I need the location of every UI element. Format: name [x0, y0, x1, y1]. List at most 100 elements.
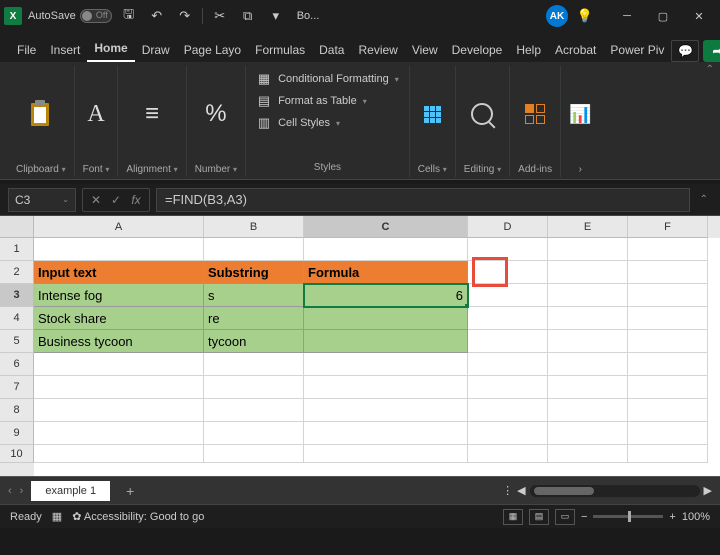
- zoom-out-button[interactable]: −: [581, 511, 587, 523]
- accept-formula-icon[interactable]: ✓: [107, 193, 125, 207]
- number-label[interactable]: Number: [195, 164, 231, 175]
- share-button[interactable]: ➦: [703, 40, 720, 62]
- user-avatar[interactable]: AK: [546, 5, 568, 27]
- cell-f1[interactable]: [628, 238, 708, 261]
- row-header-7[interactable]: 7: [0, 376, 34, 399]
- cell-a6[interactable]: [34, 353, 204, 376]
- cell-c6[interactable]: [304, 353, 468, 376]
- accessibility-status[interactable]: ✿ Accessibility: Good to go: [72, 510, 204, 523]
- cell-e1[interactable]: [548, 238, 628, 261]
- copy-icon[interactable]: ⧉: [237, 5, 259, 27]
- cell-a1[interactable]: [34, 238, 204, 261]
- row-header-8[interactable]: 8: [0, 399, 34, 422]
- col-header-e[interactable]: E: [548, 216, 628, 238]
- cancel-formula-icon[interactable]: ✕: [87, 193, 105, 207]
- formula-input[interactable]: =FIND(B3,A3): [156, 188, 690, 212]
- redo-icon[interactable]: ↷: [174, 5, 196, 27]
- sheet-prev-icon[interactable]: ‹: [8, 485, 12, 497]
- cell-c2[interactable]: Formula: [304, 261, 468, 284]
- cell-a4[interactable]: Stock share: [34, 307, 204, 330]
- cell-b9[interactable]: [204, 422, 304, 445]
- cell-a5[interactable]: Business tycoon: [34, 330, 204, 353]
- cell-c10[interactable]: [304, 445, 468, 463]
- cell-c4[interactable]: [304, 307, 468, 330]
- cell-styles-button[interactable]: ▥Cell Styles ▾: [256, 114, 399, 132]
- save-icon[interactable]: 🖫: [118, 5, 140, 27]
- ribbon-collapse-icon[interactable]: ⌃: [706, 64, 714, 75]
- cell-f5[interactable]: [628, 330, 708, 353]
- cell-c8[interactable]: [304, 399, 468, 422]
- conditional-formatting-button[interactable]: ▦Conditional Formatting ▾: [256, 70, 399, 88]
- col-header-a[interactable]: A: [34, 216, 204, 238]
- sheet-tab-active[interactable]: example 1: [31, 481, 110, 501]
- cell-e2[interactable]: [548, 261, 628, 284]
- row-header-6[interactable]: 6: [0, 353, 34, 376]
- cell-e8[interactable]: [548, 399, 628, 422]
- qat-more-icon[interactable]: ▾: [265, 5, 287, 27]
- cell-a8[interactable]: [34, 399, 204, 422]
- tab-developer[interactable]: Develope: [445, 38, 510, 62]
- col-header-d[interactable]: D: [468, 216, 548, 238]
- undo-icon[interactable]: ↶: [146, 5, 168, 27]
- tab-file[interactable]: File: [10, 38, 43, 62]
- cell-e9[interactable]: [548, 422, 628, 445]
- page-layout-view-button[interactable]: ▤: [529, 509, 549, 525]
- page-break-view-button[interactable]: ▭: [555, 509, 575, 525]
- cell-a9[interactable]: [34, 422, 204, 445]
- close-button[interactable]: ✕: [682, 4, 716, 28]
- document-title[interactable]: Bo...: [297, 10, 320, 22]
- cell-f9[interactable]: [628, 422, 708, 445]
- tab-page-layout[interactable]: Page Layo: [177, 38, 248, 62]
- format-as-table-button[interactable]: ▤Format as Table ▾: [256, 92, 399, 110]
- addins-label[interactable]: Add-ins: [518, 164, 552, 175]
- cell-a2[interactable]: Input text: [34, 261, 204, 284]
- select-all-corner[interactable]: [0, 216, 34, 238]
- row-header-3[interactable]: 3: [0, 284, 34, 307]
- cell-f7[interactable]: [628, 376, 708, 399]
- cell-d8[interactable]: [468, 399, 548, 422]
- cell-e6[interactable]: [548, 353, 628, 376]
- row-header-9[interactable]: 9: [0, 422, 34, 445]
- cell-c9[interactable]: [304, 422, 468, 445]
- cells-label[interactable]: Cells: [418, 164, 440, 175]
- row-header-1[interactable]: 1: [0, 238, 34, 261]
- find-icon[interactable]: [471, 103, 493, 125]
- tab-draw[interactable]: Draw: [135, 38, 177, 62]
- cell-d5[interactable]: [468, 330, 548, 353]
- scroll-right-icon[interactable]: ▶: [704, 484, 712, 497]
- tab-view[interactable]: View: [405, 38, 445, 62]
- zoom-slider[interactable]: [593, 515, 663, 518]
- addins-icon[interactable]: [525, 104, 545, 124]
- scroll-left-icon[interactable]: ◀: [517, 484, 525, 497]
- cell-a7[interactable]: [34, 376, 204, 399]
- fx-icon[interactable]: fx: [127, 193, 145, 207]
- cell-e4[interactable]: [548, 307, 628, 330]
- clipboard-icon[interactable]: [26, 99, 56, 129]
- cell-d7[interactable]: [468, 376, 548, 399]
- maximize-button[interactable]: ▢: [646, 4, 680, 28]
- expand-formula-bar-icon[interactable]: ⌃: [696, 194, 712, 205]
- sheet-options-icon[interactable]: ⋮: [502, 484, 513, 497]
- normal-view-button[interactable]: ▦: [503, 509, 523, 525]
- row-header-5[interactable]: 5: [0, 330, 34, 353]
- alignment-icon[interactable]: ≡: [145, 100, 159, 128]
- cell-d4[interactable]: [468, 307, 548, 330]
- cell-a10[interactable]: [34, 445, 204, 463]
- cell-f2[interactable]: [628, 261, 708, 284]
- cell-c3[interactable]: 6: [304, 284, 468, 307]
- sheet-next-icon[interactable]: ›: [20, 485, 24, 497]
- row-header-4[interactable]: 4: [0, 307, 34, 330]
- lightbulb-icon[interactable]: 💡: [574, 5, 596, 27]
- tab-insert[interactable]: Insert: [43, 38, 87, 62]
- autosave-toggle[interactable]: AutoSave Off: [28, 9, 112, 23]
- comments-button[interactable]: 💬: [671, 40, 699, 62]
- tab-power-pivot[interactable]: Power Piv: [603, 38, 671, 62]
- col-header-b[interactable]: B: [204, 216, 304, 238]
- macro-record-icon[interactable]: ▦: [52, 510, 62, 523]
- cell-e5[interactable]: [548, 330, 628, 353]
- cell-f8[interactable]: [628, 399, 708, 422]
- cell-b8[interactable]: [204, 399, 304, 422]
- cell-e7[interactable]: [548, 376, 628, 399]
- cell-d9[interactable]: [468, 422, 548, 445]
- editing-label[interactable]: Editing: [464, 164, 495, 175]
